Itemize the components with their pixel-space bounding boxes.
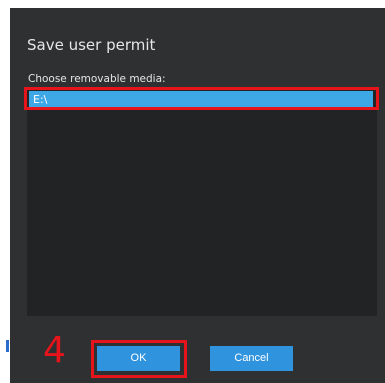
cancel-button[interactable]: Cancel — [210, 346, 293, 371]
media-label: Choose removable media: — [28, 73, 166, 85]
dialog-title: Save user permit — [27, 36, 156, 54]
annotation-step-number: 4 — [43, 330, 66, 371]
background-strip — [0, 0, 10, 383]
removable-media-list[interactable]: E:\ — [27, 89, 377, 316]
ok-button[interactable]: OK — [97, 346, 180, 371]
save-user-permit-dialog: Save user permit Choose removable media:… — [10, 8, 385, 383]
background-fragment — [6, 340, 9, 352]
list-item-e-drive[interactable]: E:\ — [29, 91, 373, 109]
